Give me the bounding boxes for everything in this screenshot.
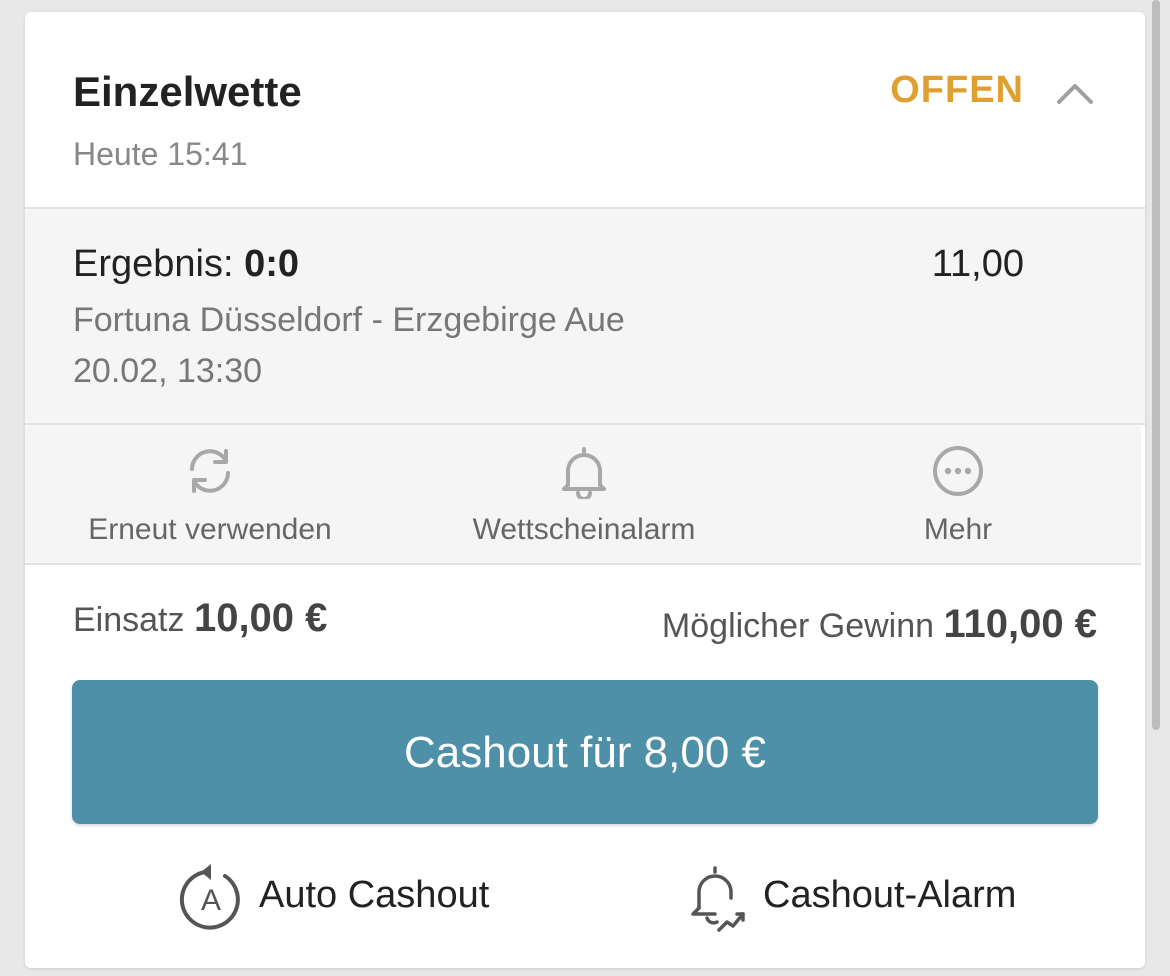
bet-header[interactable]: Einzelwette Heute 15:41 OFFEN xyxy=(25,12,1145,207)
bet-type-title: Einzelwette xyxy=(73,68,302,115)
chevron-up-icon[interactable] xyxy=(1055,78,1095,108)
reuse-button[interactable]: Erneut verwenden xyxy=(65,425,355,563)
bell-icon xyxy=(562,447,606,499)
selection-odds: 11,00 xyxy=(931,243,1024,285)
selection-date: 20.02, 13:30 xyxy=(73,352,263,390)
cashout-alarm-icon xyxy=(691,866,745,932)
refresh-icon xyxy=(190,449,230,493)
selection-match: Fortuna Düsseldorf - Erzgebirge Aue xyxy=(73,301,625,339)
cashout-button[interactable]: Cashout für 8,00 € xyxy=(72,680,1098,824)
auto-cashout-button[interactable]: A Auto Cashout xyxy=(175,862,495,942)
selection-pick: 0:0 xyxy=(244,243,300,285)
bet-time: Heute 15:41 xyxy=(73,136,248,172)
cashout-alarm-label: Cashout-Alarm xyxy=(763,874,1017,916)
selection-market: Ergebnis: 0:0 xyxy=(73,243,299,286)
bet-actions-bar: Erneut verwenden Wettscheinalarm Mehr xyxy=(25,425,1141,565)
stake-label: Einsatz xyxy=(73,601,185,639)
auto-cashout-icon: A xyxy=(179,864,240,930)
bet-selection: Ergebnis: 0:0 11,00 Fortuna Düsseldorf -… xyxy=(25,207,1145,425)
cashout-alarm-button[interactable]: Cashout-Alarm xyxy=(685,862,1025,942)
betslip-alarm-button[interactable]: Wettscheinalarm xyxy=(439,425,729,563)
bet-card: Einzelwette Heute 15:41 OFFEN Ergebnis: … xyxy=(25,12,1145,968)
potential-win-label: Möglicher Gewinn xyxy=(661,607,935,645)
betslip-alarm-label: Wettscheinalarm xyxy=(472,513,696,546)
more-icon xyxy=(933,446,983,496)
more-button[interactable]: Mehr xyxy=(813,425,1103,563)
bet-status-badge: OFFEN xyxy=(890,69,1024,111)
more-label: Mehr xyxy=(923,513,993,546)
auto-cashout-label: Auto Cashout xyxy=(259,874,490,916)
market-label: Ergebnis: xyxy=(73,243,234,285)
scrollbar[interactable] xyxy=(1152,0,1160,730)
potential-win-value: 110,00 € xyxy=(943,602,1098,646)
reuse-label: Erneut verwenden xyxy=(88,513,332,546)
svg-text:A: A xyxy=(201,884,221,917)
stake-value: 10,00 € xyxy=(193,596,328,640)
stake-info: Einsatz 10,00 € xyxy=(73,596,327,641)
potential-win-info: Möglicher Gewinn 110,00 € xyxy=(662,602,1097,647)
